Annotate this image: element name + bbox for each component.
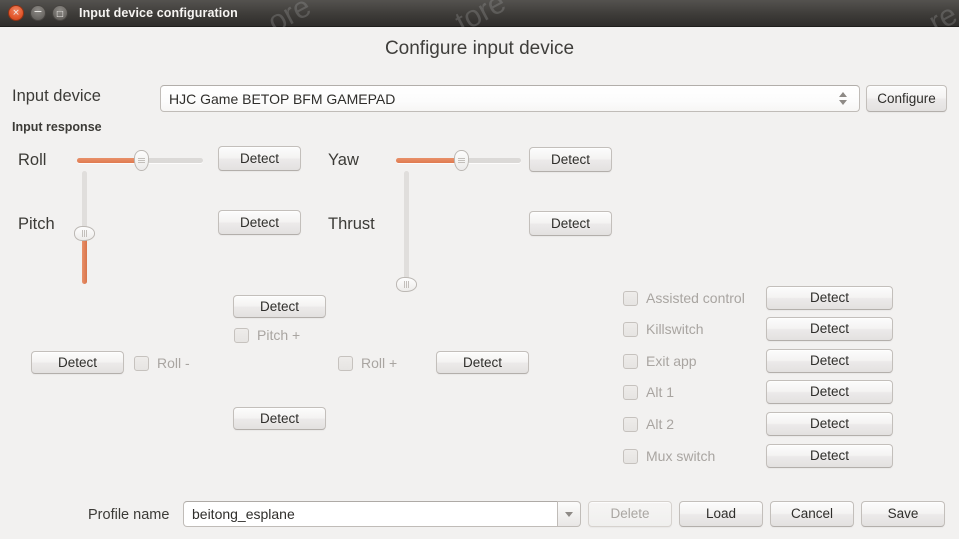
profile-name-label: Profile name <box>88 507 169 523</box>
cancel-button[interactable]: Cancel <box>770 501 854 527</box>
maximize-icon: □ <box>53 6 67 20</box>
yaw-slider-fill <box>396 158 461 163</box>
pitch-plus-detect-button[interactable]: Detect <box>233 295 326 318</box>
thrust-label: Thrust <box>328 215 375 234</box>
thrust-slider-trough <box>404 171 409 284</box>
mux-switch-detect-button[interactable]: Detect <box>766 444 893 468</box>
chevron-updown-icon[interactable] <box>834 92 852 105</box>
input-device-label: Input device <box>12 87 101 106</box>
alt-1-checkbox[interactable] <box>623 385 638 400</box>
roll-minus-detect-button[interactable]: Detect <box>31 351 124 374</box>
close-window-button[interactable]: × <box>8 5 24 21</box>
window-titlebar: × − □ Input device configuration <box>0 0 959 27</box>
roll-slider-handle[interactable] <box>134 150 149 171</box>
roll-slider-fill <box>77 158 141 163</box>
mux-switch-checkbox[interactable] <box>623 449 638 464</box>
roll-detect-button[interactable]: Detect <box>218 146 301 171</box>
roll-plus-checkbox[interactable] <box>338 356 353 371</box>
exit-app-label: Exit app <box>646 353 697 369</box>
dialog-content: Configure input device Input device HJC … <box>0 27 959 539</box>
switch-row-assisted-control[interactable]: Assisted control <box>623 290 745 306</box>
switch-row-mux-switch[interactable]: Mux switch <box>623 448 715 464</box>
assisted-control-detect-button[interactable]: Detect <box>766 286 893 310</box>
roll-plus-detect-button[interactable]: Detect <box>436 351 529 374</box>
maximize-window-button[interactable]: □ <box>52 5 68 21</box>
profile-dropdown-button[interactable] <box>558 501 581 527</box>
yaw-slider-handle[interactable] <box>454 150 469 171</box>
close-icon: × <box>9 6 23 20</box>
pitch-detect-button[interactable]: Detect <box>218 210 301 235</box>
switch-row-exit-app[interactable]: Exit app <box>623 353 697 369</box>
roll-label: Roll <box>18 151 46 170</box>
pitch-plus-checkbox-row[interactable]: Pitch + <box>234 327 300 343</box>
profile-name-input[interactable]: beitong_esplane <box>183 501 558 527</box>
assisted-control-label: Assisted control <box>646 290 745 306</box>
pitch-slider[interactable] <box>71 171 97 284</box>
exit-app-detect-button[interactable]: Detect <box>766 349 893 373</box>
input-response-label: Input response <box>12 120 102 134</box>
yaw-slider[interactable] <box>396 147 521 173</box>
roll-plus-checkbox-row[interactable]: Roll + <box>338 355 397 371</box>
page-title: Configure input device <box>0 38 959 60</box>
save-button[interactable]: Save <box>861 501 945 527</box>
configure-button[interactable]: Configure <box>866 85 947 112</box>
alt-2-checkbox[interactable] <box>623 417 638 432</box>
alt-1-label: Alt 1 <box>646 384 674 400</box>
assisted-control-checkbox[interactable] <box>623 291 638 306</box>
pitch-label: Pitch <box>18 215 55 234</box>
switch-row-alt-2[interactable]: Alt 2 <box>623 416 674 432</box>
yaw-label: Yaw <box>328 151 359 170</box>
killswitch-label: Killswitch <box>646 321 704 337</box>
thrust-slider-handle[interactable] <box>396 277 417 292</box>
pitch-plus-checkbox[interactable] <box>234 328 249 343</box>
minimize-icon: − <box>31 6 45 20</box>
pitch-minus-detect-button[interactable]: Detect <box>233 407 326 430</box>
delete-button[interactable]: Delete <box>588 501 672 527</box>
minimize-window-button[interactable]: − <box>30 5 46 21</box>
exit-app-checkbox[interactable] <box>623 354 638 369</box>
roll-plus-label: Roll + <box>361 355 397 371</box>
roll-minus-label: Roll - <box>157 355 190 371</box>
roll-slider[interactable] <box>77 147 203 173</box>
switch-row-killswitch[interactable]: Killswitch <box>623 321 704 337</box>
alt-2-detect-button[interactable]: Detect <box>766 412 893 436</box>
profile-name-value: beitong_esplane <box>184 506 295 522</box>
mux-switch-label: Mux switch <box>646 448 715 464</box>
pitch-slider-handle[interactable] <box>74 226 95 241</box>
window-title: Input device configuration <box>79 6 238 20</box>
roll-minus-checkbox[interactable] <box>134 356 149 371</box>
killswitch-checkbox[interactable] <box>623 322 638 337</box>
alt-2-label: Alt 2 <box>646 416 674 432</box>
pitch-plus-label: Pitch + <box>257 327 300 343</box>
chevron-down-icon <box>565 512 573 517</box>
thrust-slider[interactable] <box>393 171 419 284</box>
yaw-detect-button[interactable]: Detect <box>529 147 612 172</box>
roll-minus-checkbox-row[interactable]: Roll - <box>134 355 190 371</box>
alt-1-detect-button[interactable]: Detect <box>766 380 893 404</box>
load-button[interactable]: Load <box>679 501 763 527</box>
killswitch-detect-button[interactable]: Detect <box>766 317 893 341</box>
thrust-detect-button[interactable]: Detect <box>529 211 612 236</box>
switch-row-alt-1[interactable]: Alt 1 <box>623 384 674 400</box>
input-device-value: HJC Game BETOP BFM GAMEPAD <box>161 91 834 107</box>
input-device-combobox[interactable]: HJC Game BETOP BFM GAMEPAD <box>160 85 860 112</box>
